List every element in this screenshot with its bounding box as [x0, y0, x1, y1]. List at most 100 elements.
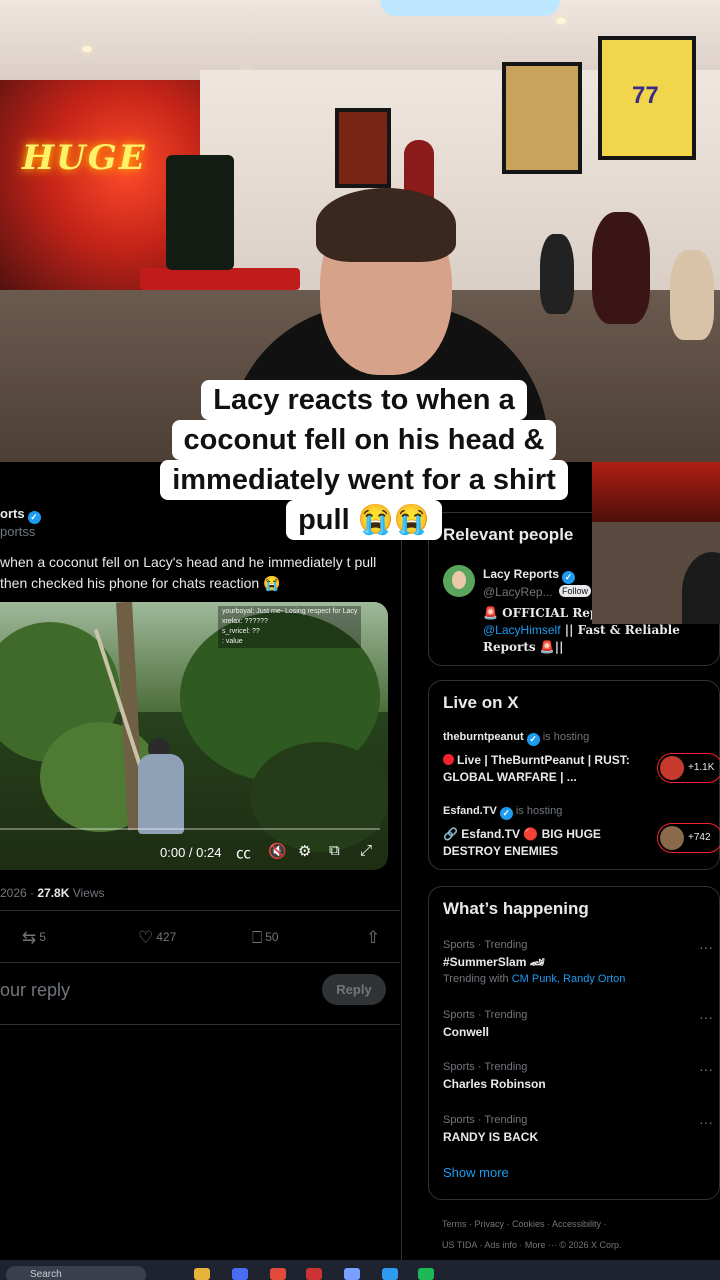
post-column: orts ✓ portss when a coconut fell on Lacy…: [0, 462, 402, 1260]
relevant-person-name[interactable]: Lacy Reports ✓: [483, 567, 576, 584]
trend-item[interactable]: Sports · Trending #SummerSlam 🏎 Trending…: [443, 939, 713, 985]
trend-meta: Sports · Trending: [443, 1061, 528, 1073]
taskbar-search[interactable]: Search: [6, 1266, 146, 1280]
more-options-icon[interactable]: ···: [699, 1009, 713, 1025]
bearbrick-figure: [592, 212, 650, 324]
trend-name: #SummerSlam 🏎: [443, 955, 545, 969]
bearbrick-figure: [670, 250, 714, 340]
repost-icon: ⇆: [22, 928, 37, 947]
chat-line: s_rvricel: ??: [222, 628, 260, 635]
app-icon[interactable]: [382, 1268, 398, 1280]
live-listeners-pill[interactable]: +1.1K: [657, 753, 720, 783]
post-video[interactable]: yourboyal: Just me- Losing respect for L…: [0, 602, 388, 870]
more-options-icon[interactable]: ···: [699, 1061, 713, 1077]
app-icon[interactable]: [306, 1268, 322, 1280]
live-dot-icon: [443, 754, 454, 765]
chat-line: xrelax: ??????: [222, 618, 268, 625]
reply-input[interactable]: our reply: [0, 980, 70, 1001]
whats-happening-card: What’s happening Sports · Trending #Summ…: [428, 886, 720, 1200]
collectible-figure: [540, 234, 574, 314]
framed-jersey: [502, 62, 582, 174]
more-options-icon[interactable]: ···: [699, 1114, 713, 1130]
trend-item[interactable]: Sports · Trending Conwell ···: [443, 1009, 713, 1039]
mini-webcam: [592, 462, 720, 624]
trend-name: RANDY IS BACK: [443, 1130, 539, 1144]
app-icon[interactable]: [344, 1268, 360, 1280]
heart-icon: ♡: [138, 928, 154, 947]
follow-button[interactable]: Follow: [559, 585, 592, 597]
video-person: [138, 754, 184, 834]
footer-links: Terms · Privacy · Cookies · Accessibilit…: [442, 1214, 712, 1256]
fullscreen-icon[interactable]: ⤢: [360, 842, 372, 859]
chat-line: : value: [222, 638, 243, 645]
ceiling-light: [556, 18, 566, 24]
relevant-person-handle[interactable]: @LacyRep...: [483, 585, 553, 599]
live-listeners-pill[interactable]: +742: [657, 823, 720, 853]
video-progress-bar[interactable]: [0, 828, 380, 830]
listener-count: +1.1K: [688, 762, 715, 773]
video-time: 0:00 / 0:24: [160, 845, 222, 860]
share-button[interactable]: ⇧: [366, 928, 383, 948]
bio-mention-link[interactable]: @LacyHimself: [483, 623, 561, 637]
verified-badge-icon: ✓: [27, 511, 41, 524]
bookmark-button[interactable]: ⎕ 50: [252, 928, 279, 948]
caption-line: coconut fell on his head &: [171, 420, 557, 460]
caption-line: immediately went for a shirt: [160, 460, 568, 500]
speaker: [166, 155, 234, 270]
link-icon: 🔗: [443, 827, 462, 841]
trend-meta: Sports · Trending: [443, 1114, 528, 1126]
repost-button[interactable]: ⇆ 5: [22, 928, 46, 948]
pip-icon[interactable]: ⧉: [329, 842, 340, 859]
trend-meta: Sports · Trending: [443, 939, 528, 951]
chrome-icon[interactable]: [270, 1268, 286, 1280]
verified-badge-icon: ✓: [526, 733, 540, 746]
trend-item[interactable]: Sports · Trending RANDY IS BACK ···: [443, 1114, 713, 1144]
mute-icon[interactable]: 🔇: [268, 842, 287, 860]
trend-meta: Sports · Trending: [443, 1009, 528, 1021]
streamer-hair: [316, 188, 456, 262]
trend-name: Charles Robinson: [443, 1077, 546, 1091]
like-button[interactable]: ♡ 427: [138, 928, 176, 948]
listener-count: +742: [688, 832, 711, 843]
avatar[interactable]: [443, 565, 475, 597]
verified-badge-icon: ✓: [499, 807, 513, 820]
reply-button[interactable]: Reply: [322, 974, 386, 1005]
folder-icon[interactable]: [194, 1268, 210, 1280]
divider: [0, 910, 400, 911]
avatar: [660, 826, 684, 850]
post-author-handle[interactable]: portss: [0, 524, 35, 539]
footer-line[interactable]: Terms · Privacy · Cookies · Accessibilit…: [442, 1214, 712, 1235]
live-item[interactable]: Esfand.TV ✓ is hosting 🔗 Esfand.TV 🔴 BIG …: [443, 805, 720, 860]
captions-icon[interactable]: ㏄: [236, 842, 251, 863]
mini-webcam-wall: [592, 462, 720, 522]
more-options-icon[interactable]: ···: [699, 939, 713, 955]
trend-item[interactable]: Sports · Trending Charles Robinson ···: [443, 1061, 713, 1091]
divider: [0, 962, 400, 963]
post-stats: 2026 · 27.8K Views: [0, 886, 105, 900]
ceiling-light: [82, 46, 92, 52]
chat-line: yourboyal: Just me- Losing respect for L…: [222, 608, 358, 615]
skylight: [380, 0, 560, 16]
rug: [140, 268, 300, 290]
spotify-icon[interactable]: [418, 1268, 434, 1280]
post-text: when a coconut fell on Lacy's head and h…: [0, 554, 377, 591]
post-author-name[interactable]: orts ✓: [0, 506, 41, 524]
avatar: [660, 756, 684, 780]
caption-line: pull 😭😭: [286, 500, 442, 540]
live-on-x-title: Live on X: [443, 693, 519, 712]
video-foliage: [250, 742, 388, 852]
verified-badge-icon: ✓: [562, 571, 576, 584]
app-icon[interactable]: [232, 1268, 248, 1280]
show-more-link[interactable]: Show more: [443, 1165, 509, 1180]
settings-gear-icon[interactable]: ⚙: [298, 842, 311, 860]
footer-line[interactable]: US TIDA · Ads info · More ··· © 2026 X C…: [442, 1235, 712, 1256]
bookmark-icon: ⎕: [252, 928, 263, 947]
video-caption: Lacy reacts to when a coconut fell on hi…: [134, 380, 594, 540]
live-item[interactable]: theburntpeanut ✓ is hosting Live | TheBur…: [443, 731, 720, 786]
wall-painting: [335, 108, 391, 188]
divider: [0, 1024, 400, 1025]
trend-name: Conwell: [443, 1025, 490, 1039]
trend-with-links[interactable]: CM Punk, Randy Orton: [512, 973, 626, 985]
taskbar: Search: [0, 1260, 720, 1280]
share-icon: ⇧: [366, 928, 381, 947]
